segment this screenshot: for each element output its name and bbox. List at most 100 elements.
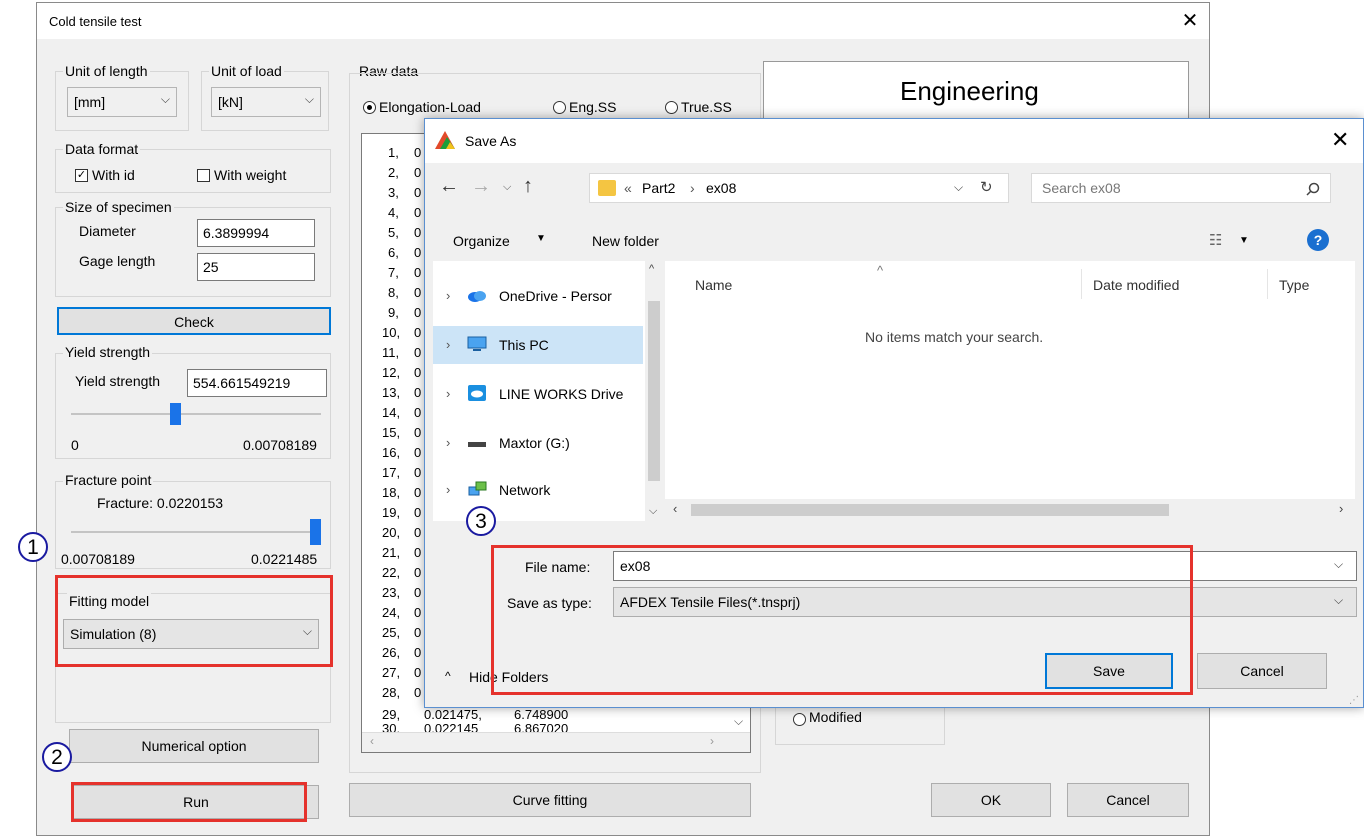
breadcrumb-overflow[interactable]: « bbox=[624, 180, 632, 196]
elongation-load-label: Elongation-Load bbox=[379, 99, 481, 115]
with-weight-checkbox[interactable] bbox=[197, 169, 210, 182]
check-button[interactable]: Check bbox=[57, 307, 331, 335]
raw-row-value: 0 bbox=[414, 605, 422, 620]
yield-strength-input[interactable]: 554.661549219 bbox=[187, 369, 327, 397]
cancel-button[interactable]: Cancel bbox=[1067, 783, 1189, 817]
nav-item-network[interactable]: › Network bbox=[433, 471, 643, 509]
scroll-left-icon[interactable]: ‹ bbox=[673, 501, 677, 516]
organize-button[interactable]: Organize bbox=[453, 233, 510, 249]
recent-chevron-icon[interactable]: ⌵ bbox=[503, 181, 511, 194]
dialog-close-icon[interactable]: ✕ bbox=[1331, 127, 1349, 153]
callout-1: 1 bbox=[18, 532, 48, 562]
up-arrow-icon[interactable]: ↑ bbox=[523, 175, 533, 198]
eng-ss-radio[interactable] bbox=[553, 101, 566, 114]
chevron-up-icon[interactable]: ^ bbox=[445, 669, 451, 683]
horizontal-scrollbar[interactable]: ‹ › bbox=[362, 732, 750, 752]
nav-item-line-works[interactable]: › LINE WORKS Drive bbox=[433, 375, 643, 413]
nav-label-network: Network bbox=[499, 482, 551, 498]
raw-row-index: 22, bbox=[382, 565, 401, 580]
drive-icon bbox=[468, 442, 486, 447]
unit-of-load-select[interactable]: [kN] ⌵ bbox=[211, 87, 321, 117]
run-highlight bbox=[71, 782, 307, 822]
back-arrow-icon[interactable]: ← bbox=[439, 175, 459, 198]
true-ss-radio[interactable] bbox=[665, 101, 678, 114]
nav-scrollbar[interactable]: ^ ⌵ bbox=[645, 261, 663, 521]
scroll-down-icon[interactable]: ⌵ bbox=[649, 505, 657, 518]
nav-scroll-thumb[interactable] bbox=[648, 301, 660, 481]
scroll-right-icon[interactable]: › bbox=[710, 734, 714, 748]
yield-slider-thumb[interactable] bbox=[170, 403, 181, 425]
raw-row-29-x: 0.021475, bbox=[424, 707, 482, 722]
yield-slider-track[interactable] bbox=[71, 413, 321, 415]
refresh-icon[interactable]: ↻ bbox=[980, 178, 993, 196]
address-bar[interactable]: « Part2 › ex08 ⌵ ↻ bbox=[589, 173, 1009, 203]
nav-item-onedrive[interactable]: › OneDrive - Persor bbox=[433, 277, 643, 315]
raw-row-value: 0 bbox=[414, 165, 422, 180]
search-box[interactable]: Search ex08 bbox=[1031, 173, 1331, 203]
forward-arrow-icon[interactable]: → bbox=[471, 175, 491, 198]
window-title: Cold tensile test bbox=[49, 14, 142, 29]
organize-dropdown-icon[interactable]: ▼ bbox=[536, 233, 546, 244]
nav-item-this-pc[interactable]: › This PC bbox=[433, 326, 643, 364]
resize-grip-icon[interactable]: ⋰ bbox=[1349, 695, 1359, 706]
title-bar: Cold tensile test ✕ bbox=[37, 3, 1209, 39]
unit-of-length-select[interactable]: [mm] ⌵ bbox=[67, 87, 177, 117]
fracture-group-label: Fracture point bbox=[63, 472, 154, 488]
raw-row-index: 4, bbox=[388, 205, 399, 220]
search-icon[interactable] bbox=[1306, 182, 1320, 196]
raw-row-index: 25, bbox=[382, 625, 401, 640]
help-icon[interactable]: ? bbox=[1307, 229, 1329, 251]
view-options-icon[interactable]: ☷ bbox=[1209, 231, 1222, 249]
curve-fitting-button[interactable]: Curve fitting bbox=[349, 783, 751, 817]
numerical-option-button[interactable]: Numerical option bbox=[69, 729, 319, 763]
gage-length-input[interactable]: 25 bbox=[197, 253, 315, 281]
file-list-scroll-thumb[interactable] bbox=[691, 504, 1169, 516]
fracture-slider-thumb[interactable] bbox=[310, 519, 321, 545]
raw-row-value: 0 bbox=[414, 465, 422, 480]
file-list-hscrollbar[interactable]: ‹ › bbox=[665, 499, 1355, 521]
scroll-right-icon[interactable]: › bbox=[1339, 501, 1343, 516]
breadcrumb-part2[interactable]: Part2 bbox=[642, 180, 675, 196]
view-dropdown-icon[interactable]: ▼ bbox=[1239, 235, 1249, 246]
dialog-cancel-button[interactable]: Cancel bbox=[1197, 653, 1327, 689]
address-dropdown-icon[interactable]: ⌵ bbox=[954, 180, 963, 195]
nav-item-maxtor[interactable]: › Maxtor (G:) bbox=[433, 424, 643, 462]
with-id-checkbox[interactable]: ✓ bbox=[75, 169, 88, 182]
chevron-right-icon: › bbox=[446, 288, 451, 303]
ok-button[interactable]: OK bbox=[931, 783, 1051, 817]
elongation-load-radio[interactable] bbox=[363, 101, 376, 114]
chevron-down-icon[interactable]: ⌵ bbox=[1334, 557, 1343, 572]
chevron-right-icon: › bbox=[446, 435, 451, 450]
column-name[interactable]: Name bbox=[695, 277, 732, 293]
raw-row-value: 0 bbox=[414, 145, 422, 160]
raw-row-index: 1, bbox=[388, 145, 399, 160]
unit-of-length-label: Unit of length bbox=[63, 63, 150, 79]
column-type[interactable]: Type bbox=[1279, 277, 1309, 293]
sort-indicator-icon: ^ bbox=[877, 263, 884, 278]
new-folder-button[interactable]: New folder bbox=[592, 233, 659, 249]
scroll-up-icon[interactable]: ^ bbox=[649, 263, 654, 275]
column-divider[interactable] bbox=[1081, 269, 1082, 299]
raw-row-value: 0 bbox=[414, 425, 422, 440]
breadcrumb-ex08[interactable]: ex08 bbox=[706, 180, 736, 196]
modified-radio[interactable] bbox=[793, 713, 806, 726]
save-highlight bbox=[491, 545, 1193, 695]
raw-row-index: 19, bbox=[382, 505, 401, 520]
raw-row-value: 0 bbox=[414, 665, 422, 680]
close-icon[interactable]: ✕ bbox=[1177, 8, 1203, 34]
scroll-down-icon[interactable]: ⌵ bbox=[734, 714, 743, 729]
fracture-slider-track[interactable] bbox=[71, 531, 321, 533]
callout-2: 2 bbox=[42, 742, 72, 772]
diameter-input[interactable]: 6.3899994 bbox=[197, 219, 315, 247]
nav-label-line-works: LINE WORKS Drive bbox=[499, 386, 624, 402]
chevron-down-icon[interactable]: ⌵ bbox=[1334, 593, 1343, 608]
breadcrumb-separator: › bbox=[690, 180, 695, 196]
with-weight-label: With weight bbox=[214, 167, 287, 183]
unit-of-load-label: Unit of load bbox=[209, 63, 284, 79]
search-input[interactable]: Search ex08 bbox=[1042, 180, 1121, 196]
column-divider[interactable] bbox=[1267, 269, 1268, 299]
nav-label-maxtor: Maxtor (G:) bbox=[499, 435, 570, 451]
column-date-modified[interactable]: Date modified bbox=[1093, 277, 1179, 293]
scroll-left-icon[interactable]: ‹ bbox=[370, 734, 374, 748]
raw-row-value: 0 bbox=[414, 385, 422, 400]
